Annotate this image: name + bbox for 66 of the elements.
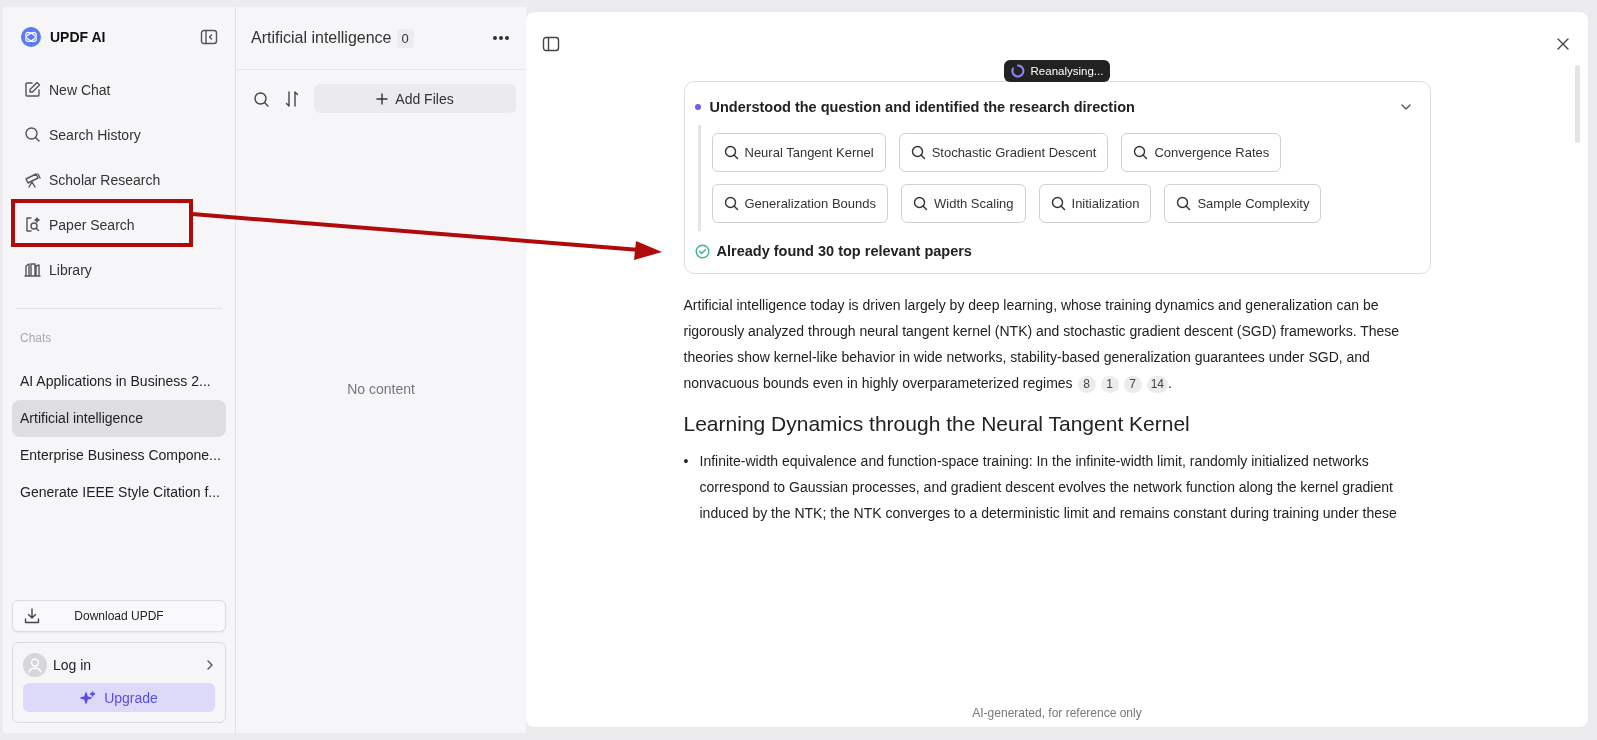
download-icon — [23, 607, 41, 625]
search-icon — [723, 196, 739, 211]
telescope-icon — [23, 170, 42, 189]
citation-link[interactable]: 8 — [1077, 376, 1096, 393]
nav-item[interactable]: Scholar Research — [12, 157, 226, 202]
empty-message: No content — [347, 381, 415, 399]
result-text: Already found 30 top relevant papers — [716, 243, 972, 259]
add-files-button[interactable]: Add Files — [314, 84, 516, 113]
nav-item[interactable]: New Chat — [12, 67, 226, 112]
brand-name: UPDF AI — [50, 29, 106, 45]
nav-item[interactable]: Search History — [12, 112, 226, 157]
spinner-icon — [1010, 64, 1025, 78]
more-icon[interactable] — [492, 35, 510, 41]
citation-link[interactable]: 7 — [1123, 376, 1142, 393]
books-icon — [23, 260, 42, 279]
search-icon — [1050, 196, 1066, 211]
section-heading: Learning Dynamics through the Neural Tangent Kernel — [683, 412, 1191, 436]
section-heading: Chats — [19, 331, 53, 345]
query-chip[interactable]: Stochastic Gradient Descent — [898, 133, 1109, 172]
chevron-right-icon — [205, 659, 215, 671]
sort-icon[interactable] — [284, 89, 300, 108]
step-dot — [694, 104, 701, 110]
download-button[interactable]: Download UPDF — [12, 600, 226, 632]
search-icon[interactable] — [252, 89, 270, 108]
chat-item[interactable]: Artificial intelligence — [12, 400, 226, 437]
step-title: Understood the question and identified the research direction — [709, 99, 1135, 115]
panel-title: Artificial intelligence — [251, 29, 392, 47]
nav-item[interactable]: Library — [12, 247, 226, 292]
scrollbar[interactable] — [1575, 65, 1580, 143]
search-icon — [1133, 145, 1149, 160]
search-icon — [23, 125, 42, 144]
check-circle-icon — [694, 243, 710, 259]
chat-item[interactable]: Generate IEEE Style Citation f... — [12, 474, 226, 511]
search-icon — [910, 145, 926, 160]
paragraph: Artificial intelligence today is driven largely by deep learning, whose training dynamics and generalization can be rigorously analyzed through neural tangent kernel (NTK) and stochastic gradient descent (SGD) frameworks. These theories show kernel-like behavior in wide networks, stability-based generalization guarantees under SGD, and nonvacuous bounds even in highly overparameterized regimes 8 1 7 14 . — [683, 296, 1401, 395]
bullet-marker: • — [683, 452, 690, 471]
logo-icon — [20, 26, 42, 48]
query-chip[interactable]: Convergence Rates — [1121, 133, 1282, 172]
query-chip[interactable]: Generalization Bounds — [711, 184, 889, 223]
chevron-down-icon[interactable] — [1399, 103, 1412, 111]
citation-link[interactable]: 1 — [1100, 376, 1119, 393]
search-icon — [913, 196, 929, 211]
sidebar-toggle-icon[interactable] — [542, 36, 560, 52]
upgrade-button[interactable]: Upgrade — [23, 683, 215, 712]
plus-icon — [376, 92, 389, 105]
query-chip[interactable]: Initialization — [1038, 184, 1152, 223]
avatar-icon — [23, 653, 47, 677]
chat-item[interactable]: Enterprise Business Compone... — [12, 437, 226, 474]
nav-item[interactable]: Paper Search — [12, 202, 226, 247]
close-icon[interactable] — [1556, 37, 1570, 51]
sidebar-toggle-icon[interactable] — [200, 29, 218, 45]
document-search-icon — [23, 215, 42, 234]
login-button[interactable]: Log in — [23, 653, 215, 677]
citation-link[interactable]: 14 — [1146, 376, 1168, 393]
edit-icon — [23, 80, 42, 99]
query-chip[interactable]: Sample Complexity — [1164, 184, 1322, 223]
disclaimer: AI-generated, for reference only — [972, 706, 1142, 722]
query-chip[interactable]: Width Scaling — [901, 184, 1026, 223]
count-badge: 0 — [396, 28, 414, 48]
sparkle-icon — [80, 690, 97, 705]
bullet-text: Infinite-width equivalence and function-space training: In the infinite-width limit, randomly initialized networks correspond to Gaussian processes, and gradient descent evolves the network function along the kernel gradient induced by the NTK; the NTK converges to a deterministic limit and remains constant during training under these — [699, 452, 1398, 523]
search-icon — [723, 145, 739, 160]
status-pill: Reanalysing... — [1003, 60, 1111, 82]
query-chip[interactable]: Neural Tangent Kernel — [711, 133, 886, 172]
search-icon — [1176, 196, 1192, 211]
chat-item[interactable]: AI Applications in Business 2... — [12, 363, 226, 400]
